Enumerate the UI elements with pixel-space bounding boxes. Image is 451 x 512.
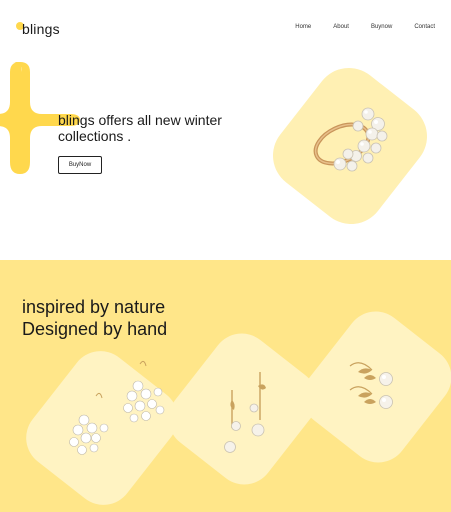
- section-title-line1: inspired by nature: [22, 297, 166, 317]
- pearl-drop-earrings-image: [168, 333, 318, 485]
- collection-section: inspired by nature Designed by hand: [0, 260, 451, 512]
- section-title: inspired by nature Designed by hand: [22, 296, 167, 340]
- floral-earrings-image: [26, 351, 178, 505]
- pearl-leaf-earrings-image: [302, 311, 451, 463]
- ring-image: [273, 67, 427, 225]
- hero-title: blings offers all new winter collections…: [58, 112, 258, 144]
- buy-now-button[interactable]: BuyNow: [58, 156, 102, 174]
- section-title-line2: Designed by hand: [22, 319, 168, 339]
- nav-home[interactable]: Home: [295, 24, 311, 30]
- logo[interactable]: blings: [16, 18, 60, 40]
- hero-title-line2: collections .: [58, 128, 132, 144]
- hero-title-line1: blings offers all new winter: [58, 112, 222, 128]
- nav-buynow[interactable]: Buynow: [371, 24, 392, 30]
- nav-contact[interactable]: Contact: [414, 24, 435, 30]
- logo-text: blings: [22, 21, 60, 37]
- landing-page: blings Home About Buynow Contact blings …: [0, 0, 451, 512]
- nav-about[interactable]: About: [333, 24, 349, 30]
- top-nav: Home About Buynow Contact: [273, 24, 435, 30]
